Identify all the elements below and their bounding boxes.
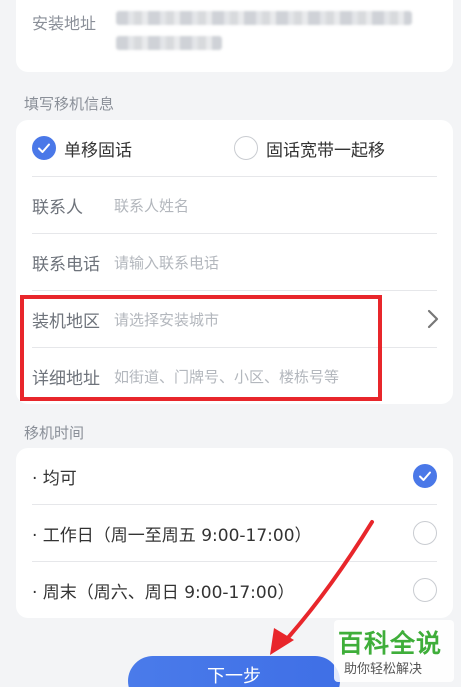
region-label: 装机地区 <box>32 311 100 332</box>
radio-checked-icon <box>32 136 56 160</box>
contact-label: 联系人 <box>32 197 83 218</box>
move-time-option-weekday[interactable]: · 工作日（周一至周五 9:00-17:00） <box>16 505 453 561</box>
watermark: 百科全说 助你轻松解决 <box>334 620 454 682</box>
move-time-card: · 均可 · 工作日（周一至周五 9:00-17:00） · 周末（周六、周日 … <box>16 448 453 618</box>
detail-address-input[interactable]: 如街道、门牌号、小区、楼栋号等 <box>114 366 339 387</box>
move-type-option-phone-broadband[interactable]: 固话宽带一起移 <box>234 136 385 161</box>
move-time-option-any[interactable]: · 均可 <box>16 448 453 504</box>
move-time-option-weekend[interactable]: · 周末（周六、周日 9:00-17:00） <box>16 562 453 618</box>
move-time-option-label: · 均可 <box>32 468 77 489</box>
watermark-title: 百科全说 <box>338 629 443 658</box>
chevron-right-icon[interactable] <box>427 309 439 333</box>
move-time-option-label: · 周末（周六、周日 9:00-17:00） <box>32 582 295 603</box>
move-type-row: 单移固话 固话宽带一起移 <box>16 120 453 176</box>
region-select[interactable]: 请选择安装城市 <box>114 309 219 330</box>
phone-row[interactable]: 联系电话 请输入联系电话 <box>16 234 453 290</box>
radio-unchecked-icon[interactable] <box>413 521 437 545</box>
move-time-section-title: 移机时间 <box>24 424 85 442</box>
install-address-value-blurred-line2 <box>116 36 222 50</box>
radio-checked-icon[interactable] <box>413 464 437 488</box>
detail-address-row[interactable]: 详细地址 如街道、门牌号、小区、楼栋号等 <box>16 348 453 404</box>
contact-row[interactable]: 联系人 联系人姓名 <box>16 177 453 233</box>
move-type-option-label: 单移固话 <box>64 140 132 161</box>
move-type-option-phone-only[interactable]: 单移固话 <box>32 136 132 161</box>
move-info-section-title: 填写移机信息 <box>24 95 115 113</box>
install-address-card: 安装地址 <box>16 0 453 72</box>
move-type-option-label: 固话宽带一起移 <box>266 140 385 161</box>
watermark-subtitle: 助你轻松解决 <box>344 662 423 677</box>
radio-unchecked-icon <box>234 136 258 160</box>
contact-input[interactable]: 联系人姓名 <box>114 195 189 216</box>
install-address-label: 安装地址 <box>32 14 97 33</box>
detail-address-label: 详细地址 <box>32 368 100 389</box>
next-step-button[interactable]: 下一步 <box>128 656 340 687</box>
move-time-option-label: · 工作日（周一至周五 9:00-17:00） <box>32 525 312 546</box>
phone-input[interactable]: 请输入联系电话 <box>114 252 219 273</box>
radio-unchecked-icon[interactable] <box>413 578 437 602</box>
move-info-card: 单移固话 固话宽带一起移 联系人 联系人姓名 联系电话 请输入联系电话 装机地区… <box>16 120 453 404</box>
region-row[interactable]: 装机地区 请选择安装城市 <box>16 291 453 347</box>
install-address-value-blurred <box>116 11 412 25</box>
phone-label: 联系电话 <box>32 254 100 275</box>
